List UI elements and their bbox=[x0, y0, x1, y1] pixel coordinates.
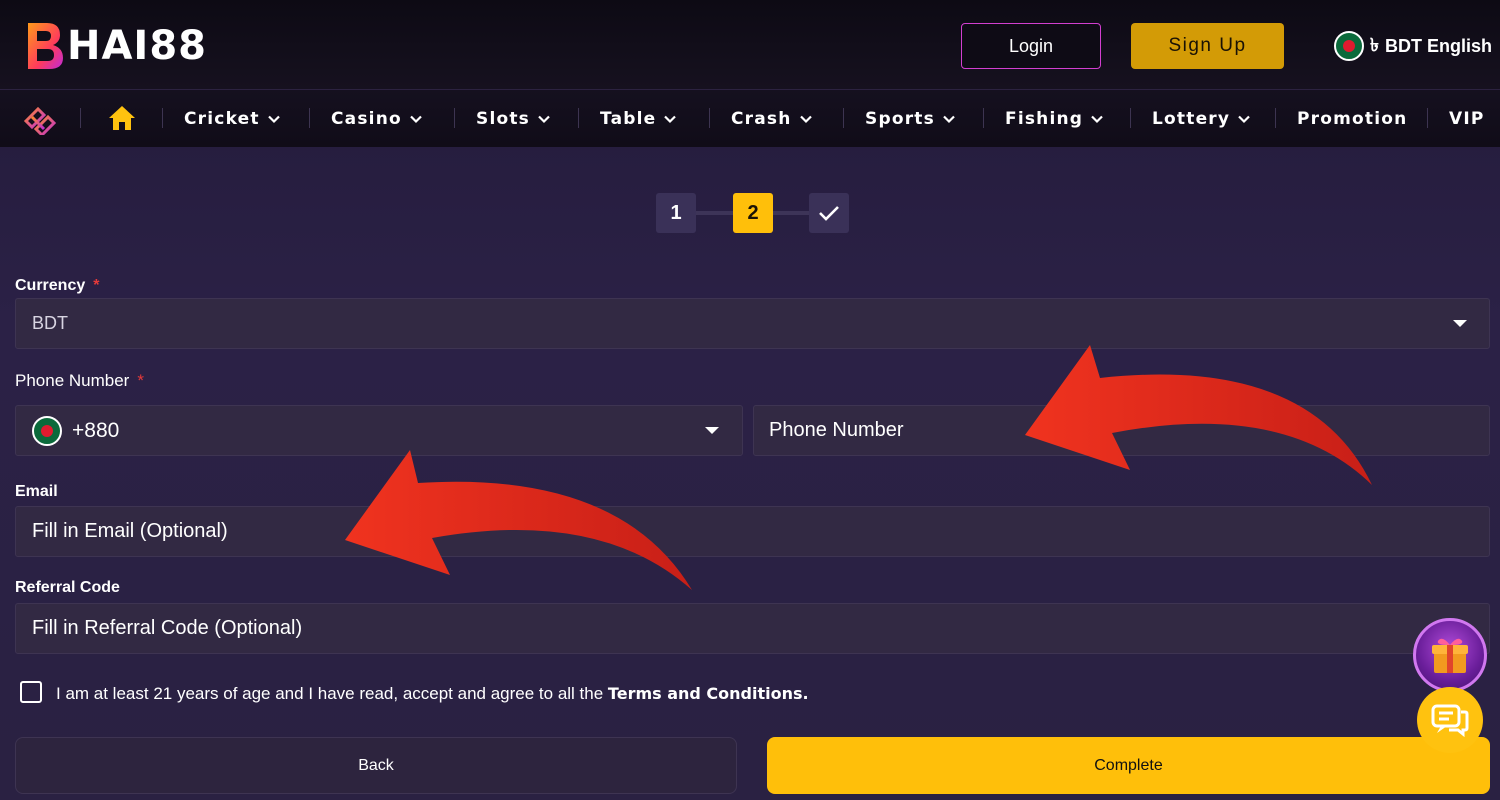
nav-item-label: Table bbox=[600, 108, 657, 129]
currency-symbol: ৳ bbox=[1370, 34, 1379, 55]
required-marker: * bbox=[93, 277, 100, 294]
stepper-connector bbox=[773, 211, 809, 215]
chevron-down-icon bbox=[410, 115, 422, 123]
chevron-down-icon bbox=[267, 115, 280, 123]
terms-text: I am at least 21 years of age and I have… bbox=[56, 684, 809, 704]
nav-item-label: Fishing bbox=[1005, 108, 1084, 129]
step-complete bbox=[809, 193, 849, 233]
nav-item-lottery[interactable]: Lottery bbox=[1152, 90, 1250, 147]
chevron-down-icon bbox=[664, 115, 677, 123]
nav-item-label: Slots bbox=[476, 108, 530, 129]
nav-item-sports[interactable]: Sports bbox=[865, 90, 955, 147]
check-icon bbox=[819, 206, 839, 221]
nav-item-crash[interactable]: Crash bbox=[731, 90, 812, 147]
language-selector[interactable]: ৳ BDT English bbox=[1334, 30, 1492, 62]
country-code-value: +880 bbox=[72, 418, 120, 442]
nav-item-label: Cricket bbox=[184, 108, 260, 129]
terms-checkbox[interactable] bbox=[20, 681, 42, 703]
step-2-active: 2 bbox=[733, 193, 773, 233]
nav-item-label: Promotion bbox=[1297, 108, 1408, 129]
nav-divider bbox=[162, 108, 163, 128]
phone-input[interactable]: Phone Number bbox=[753, 405, 1490, 456]
login-button[interactable]: Login bbox=[961, 23, 1101, 69]
chevron-down-icon bbox=[1238, 115, 1250, 123]
main-nav: Cricket Casino Slots Table Crash Sports … bbox=[0, 90, 1500, 147]
nav-item-label: Sports bbox=[865, 108, 935, 129]
nav-item-vip[interactable]: VIP bbox=[1449, 90, 1485, 147]
caret-down-icon bbox=[705, 427, 719, 434]
gift-icon bbox=[1432, 638, 1468, 673]
referral-input[interactable]: Fill in Referral Code (Optional) bbox=[15, 603, 1490, 654]
nav-divider bbox=[578, 108, 579, 128]
nav-divider bbox=[1275, 108, 1276, 128]
nav-item-label: Lottery bbox=[1152, 108, 1231, 129]
nav-item-promotion[interactable]: Promotion bbox=[1297, 90, 1407, 147]
referral-placeholder: Fill in Referral Code (Optional) bbox=[32, 617, 303, 639]
gift-button[interactable] bbox=[1413, 618, 1487, 692]
phone-label-text: Phone Number bbox=[15, 371, 130, 390]
home-icon[interactable] bbox=[108, 104, 136, 132]
terms-link[interactable]: Terms and Conditions. bbox=[608, 684, 809, 703]
nav-divider bbox=[1130, 108, 1131, 128]
step-1: 1 bbox=[656, 193, 696, 233]
phone-placeholder: Phone Number bbox=[769, 419, 904, 441]
language-label: BDT English bbox=[1384, 35, 1492, 56]
bangladesh-flag-icon bbox=[1334, 31, 1364, 61]
stepper-connector bbox=[696, 211, 733, 215]
chevron-down-icon bbox=[1091, 115, 1103, 123]
nav-item-table[interactable]: Table bbox=[600, 90, 677, 147]
complete-button[interactable]: Complete bbox=[767, 737, 1490, 794]
currency-label: Currency * bbox=[15, 277, 99, 295]
email-label: Email bbox=[15, 483, 58, 500]
logo-text: HAI88 bbox=[67, 23, 207, 69]
nav-item-label: Crash bbox=[731, 108, 792, 129]
country-code-select[interactable]: +880 bbox=[15, 405, 743, 456]
required-marker: * bbox=[137, 371, 144, 390]
referral-label: Referral Code bbox=[15, 579, 120, 596]
email-placeholder: Fill in Email (Optional) bbox=[32, 520, 228, 542]
logo[interactable]: HAI88 bbox=[25, 20, 207, 72]
email-input[interactable]: Fill in Email (Optional) bbox=[15, 506, 1490, 557]
currency-value: BDT bbox=[32, 313, 68, 333]
back-button[interactable]: Back bbox=[15, 737, 737, 794]
currency-select[interactable]: BDT bbox=[15, 298, 1490, 349]
chevron-down-icon bbox=[538, 115, 550, 123]
nav-divider bbox=[1427, 108, 1428, 128]
phone-label: Phone Number * bbox=[15, 371, 144, 391]
caret-down-icon bbox=[1453, 320, 1467, 327]
nav-item-label: Casino bbox=[331, 108, 402, 129]
bangladesh-flag-icon bbox=[32, 415, 62, 446]
nav-item-slots[interactable]: Slots bbox=[476, 90, 550, 147]
nav-divider bbox=[454, 108, 455, 128]
nav-divider bbox=[709, 108, 710, 128]
nav-item-label: VIP bbox=[1449, 108, 1485, 129]
header: HAI88 Login Sign Up ৳ BDT English bbox=[0, 0, 1500, 90]
nav-divider bbox=[843, 108, 844, 128]
nav-divider bbox=[80, 108, 81, 128]
chevron-down-icon bbox=[799, 115, 812, 123]
nav-item-casino[interactable]: Casino bbox=[331, 90, 422, 147]
logo-icon bbox=[28, 23, 63, 69]
nav-divider bbox=[309, 108, 310, 128]
currency-label-text: Currency bbox=[15, 277, 86, 294]
logo-icon[interactable] bbox=[22, 103, 58, 135]
nav-divider bbox=[983, 108, 984, 128]
terms-statement: I am at least 21 years of age and I have… bbox=[56, 684, 608, 703]
signup-button[interactable]: Sign Up bbox=[1131, 23, 1284, 69]
chat-button[interactable] bbox=[1417, 687, 1483, 753]
chat-icon bbox=[1431, 704, 1469, 737]
nav-item-cricket[interactable]: Cricket bbox=[184, 90, 280, 147]
chevron-down-icon bbox=[943, 115, 955, 123]
nav-item-fishing[interactable]: Fishing bbox=[1005, 90, 1103, 147]
